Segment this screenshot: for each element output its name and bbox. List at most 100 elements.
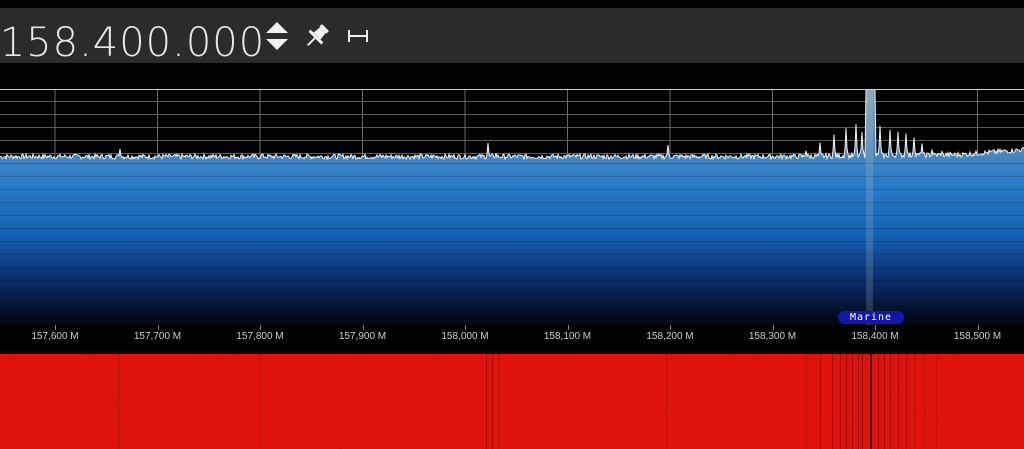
toolbar: .158.400.000 — [0, 0, 1024, 66]
waterfall-noise — [635, 380, 638, 381]
waterfall-noise — [984, 396, 987, 397]
waterfall-noise — [516, 383, 518, 384]
waterfall-noise — [666, 390, 669, 391]
waterfall-noise — [518, 426, 519, 427]
band-label-marine[interactable]: Marine — [838, 311, 904, 324]
waterfall-noise — [51, 401, 54, 402]
waterfall-streak — [898, 354, 899, 449]
waterfall-noise — [340, 442, 342, 443]
waterfall-noise — [249, 430, 250, 431]
waterfall-noise — [934, 443, 935, 444]
waterfall-noise — [903, 389, 906, 390]
waterfall-noise — [420, 429, 422, 430]
waterfall-noise — [980, 447, 983, 448]
frequency-axis: 157,600 M 157,700 M 157,800 M 157,900 M 158,… — [0, 325, 1024, 351]
waterfall-noise — [676, 364, 678, 365]
waterfall-noise — [944, 421, 947, 422]
waterfall-noise — [655, 391, 658, 392]
waterfall-streak — [858, 354, 859, 449]
waterfall-streak — [806, 354, 807, 449]
frequency-display[interactable]: .158.400.000 — [0, 18, 265, 68]
waterfall-noise — [381, 404, 382, 405]
waterfall-noise — [899, 365, 901, 366]
waterfall-noise — [812, 369, 814, 370]
waterfall-noise — [995, 399, 996, 400]
waterfall-noise — [169, 442, 172, 443]
waterfall-noise — [195, 364, 197, 365]
waterfall-noise — [35, 405, 37, 406]
axis-tick-mark — [567, 325, 569, 330]
waterfall-streak — [666, 354, 667, 449]
waterfall-noise — [690, 388, 693, 389]
waterfall-noise — [174, 428, 175, 429]
waterfall-noise — [76, 427, 78, 428]
waterfall-noise — [732, 361, 733, 362]
waterfall-noise — [442, 390, 443, 391]
waterfall-noise — [0, 441, 2, 442]
axis-tick-label: 158,500 M — [953, 331, 1002, 342]
waterfall-noise — [193, 401, 194, 402]
waterfall-streak — [492, 354, 493, 449]
waterfall-noise — [947, 443, 950, 444]
span-icon[interactable] — [346, 27, 370, 45]
waterfall-noise — [590, 372, 593, 373]
waterfall-noise — [1004, 403, 1006, 404]
waterfall-noise — [1, 433, 2, 434]
waterfall-noise — [875, 387, 878, 388]
waterfall-streak — [906, 354, 907, 449]
waterfall-noise — [722, 389, 723, 390]
waterfall-display[interactable] — [0, 354, 1024, 449]
waterfall-noise — [283, 403, 285, 404]
waterfall-noise — [259, 365, 262, 366]
waterfall-noise — [134, 419, 137, 420]
waterfall-noise — [507, 379, 508, 380]
waterfall-noise — [485, 396, 486, 397]
axis-tick-label: 158,200 M — [646, 331, 694, 342]
waterfall-noise — [980, 399, 983, 400]
waterfall-noise — [732, 355, 735, 356]
waterfall-noise — [714, 363, 717, 364]
waterfall-noise — [252, 373, 255, 374]
waterfall-noise — [307, 400, 308, 401]
waterfall-streak — [924, 354, 925, 449]
waterfall-noise — [843, 427, 844, 428]
waterfall-noise — [812, 355, 815, 356]
waterfall-noise — [794, 368, 795, 369]
up-down-arrows-icon[interactable] — [264, 20, 290, 52]
waterfall-noise — [693, 443, 694, 444]
waterfall-noise — [32, 375, 35, 376]
waterfall-noise — [345, 383, 346, 384]
waterfall-noise — [327, 441, 328, 442]
waterfall-noise — [138, 378, 140, 379]
waterfall-noise — [746, 383, 748, 384]
waterfall-noise — [982, 402, 985, 403]
waterfall-noise — [119, 393, 122, 394]
waterfall-noise — [308, 410, 310, 411]
waterfall-noise — [265, 364, 268, 365]
waterfall-noise — [304, 414, 306, 415]
waterfall-noise — [586, 441, 588, 442]
waterfall-noise — [358, 395, 360, 396]
waterfall-noise — [191, 416, 192, 417]
waterfall-noise — [781, 429, 783, 430]
waterfall-noise — [1015, 432, 1017, 433]
waterfall-noise — [654, 427, 657, 428]
waterfall-noise — [107, 404, 110, 405]
waterfall-noise — [435, 401, 438, 402]
waterfall-noise — [582, 371, 583, 372]
waterfall-noise — [309, 425, 311, 426]
waterfall-noise — [1011, 400, 1013, 401]
waterfall-noise — [901, 383, 902, 384]
pin-icon[interactable] — [302, 21, 332, 51]
spectrum-plot[interactable] — [0, 89, 1024, 325]
waterfall-noise — [443, 428, 444, 429]
waterfall-noise — [795, 378, 796, 379]
waterfall-noise — [631, 425, 633, 426]
axis-tick-label: 158,100 M — [543, 331, 592, 342]
waterfall-noise — [667, 404, 670, 405]
waterfall-noise — [322, 366, 323, 367]
waterfall-noise — [157, 381, 158, 382]
waterfall-noise — [205, 368, 206, 369]
waterfall-noise — [67, 411, 70, 412]
waterfall-noise — [937, 420, 938, 421]
